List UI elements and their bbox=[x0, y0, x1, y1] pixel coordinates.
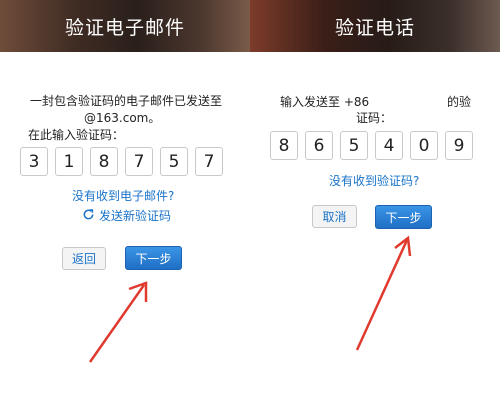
no-code-received-link[interactable]: 没有收到验证码? bbox=[329, 172, 419, 189]
code-digit-6[interactable]: 7 bbox=[195, 147, 223, 176]
email-sent-message: 一封包含验证码的电子邮件已发送至 bbox=[30, 94, 223, 108]
code-digit-4[interactable]: 7 bbox=[125, 147, 153, 176]
code-digit-1[interactable]: 3 bbox=[20, 147, 48, 176]
resend-code-link[interactable]: 发送新验证码 bbox=[82, 207, 171, 224]
phone-code-inputs: 8 6 5 4 0 9 bbox=[270, 131, 473, 160]
code-digit-3[interactable]: 8 bbox=[90, 147, 118, 176]
resend-code-label: 发送新验证码 bbox=[99, 209, 172, 223]
code-digit-1[interactable]: 8 bbox=[270, 131, 298, 160]
code-digit-5[interactable]: 0 bbox=[410, 131, 438, 160]
code-digit-2[interactable]: 6 bbox=[305, 131, 333, 160]
verify-email-title: 验证电子邮件 bbox=[0, 0, 250, 52]
cancel-button[interactable]: 取消 bbox=[312, 205, 357, 228]
refresh-icon bbox=[82, 208, 95, 224]
phone-sent-message: 输入发送至 +86 bbox=[280, 95, 370, 109]
verify-phone-panel: 验证电话 输入发送至 +86 的验 证码： 8 6 5 4 0 9 没有收到验证… bbox=[250, 0, 500, 415]
back-button[interactable]: 返回 bbox=[62, 247, 106, 270]
enter-code-label: 在此输入验证码： bbox=[28, 128, 125, 142]
verify-phone-title: 验证电话 bbox=[250, 0, 500, 52]
code-digit-3[interactable]: 5 bbox=[340, 131, 368, 160]
next-button[interactable]: 下一步 bbox=[125, 246, 182, 270]
email-code-inputs: 3 1 8 7 5 7 bbox=[20, 147, 223, 176]
phone-code-label: 证码： bbox=[356, 111, 393, 125]
code-digit-5[interactable]: 5 bbox=[160, 147, 188, 176]
code-digit-2[interactable]: 1 bbox=[55, 147, 83, 176]
no-email-received-link[interactable]: 没有收到电子邮件? bbox=[72, 187, 174, 204]
code-digit-6[interactable]: 9 bbox=[445, 131, 473, 160]
next-button[interactable]: 下一步 bbox=[375, 205, 432, 229]
verify-email-panel: 验证电子邮件 一封包含验证码的电子邮件已发送至 @163.com。 在此输入验证… bbox=[0, 0, 250, 415]
email-address-text: @163.com。 bbox=[84, 111, 161, 125]
phone-message-suffix: 的验 bbox=[447, 95, 472, 109]
code-digit-4[interactable]: 4 bbox=[375, 131, 403, 160]
